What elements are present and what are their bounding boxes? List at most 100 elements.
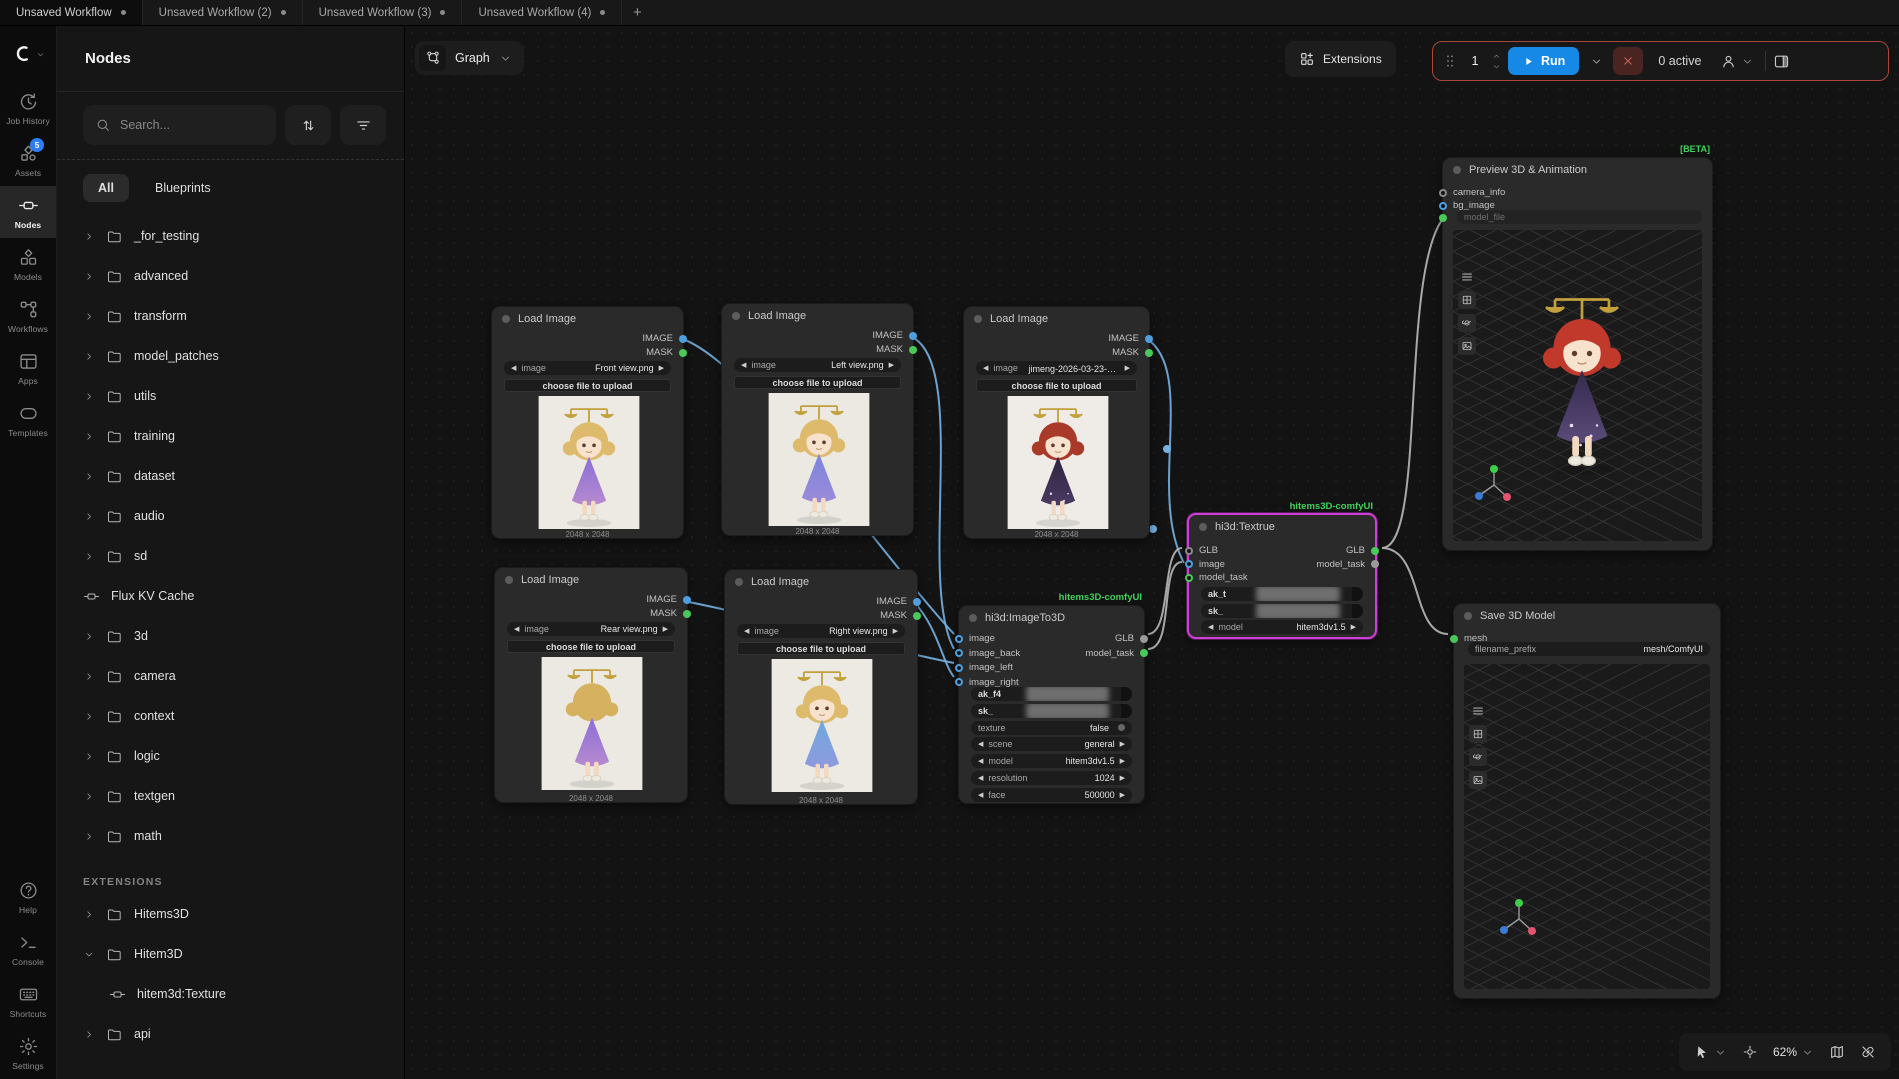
widget-ak_t[interactable]: ak_t bbox=[1201, 587, 1363, 601]
node-titlebar[interactable]: hi3d:Textrue bbox=[1189, 515, 1375, 539]
widget-scene[interactable]: ◀scenegeneral▶ bbox=[971, 737, 1132, 751]
port-image_left[interactable]: image_left bbox=[955, 662, 1013, 673]
combo-right-arrow[interactable]: ▶ bbox=[1351, 623, 1356, 631]
preview-3d-viewport[interactable] bbox=[1453, 230, 1702, 541]
widget-model[interactable]: ◀modelhitem3dv1.5▶ bbox=[971, 754, 1132, 768]
port-IMAGE[interactable]: IMAGE bbox=[646, 594, 691, 605]
node-titlebar[interactable]: Preview 3D & Animation bbox=[1443, 158, 1712, 182]
sidebar-item-templates[interactable]: Templates bbox=[0, 394, 56, 446]
graph-breadcrumb[interactable]: Graph bbox=[415, 41, 524, 75]
node-load-image-2[interactable]: Load ImageIMAGEMASK◀imageLeft view.png▶c… bbox=[721, 303, 914, 536]
port-dot[interactable] bbox=[1140, 649, 1148, 657]
combo-left-arrow[interactable]: ◀ bbox=[978, 774, 983, 782]
port-model_task[interactable]: model_task bbox=[1185, 572, 1248, 583]
save-3d-viewport[interactable] bbox=[1464, 664, 1710, 989]
tree-item-context[interactable]: context bbox=[57, 696, 404, 736]
collapse-dot[interactable] bbox=[505, 576, 513, 584]
reveal-toggle[interactable] bbox=[1121, 687, 1132, 701]
collapse-dot[interactable] bbox=[1199, 523, 1207, 531]
tree-item-math[interactable]: math bbox=[57, 816, 404, 856]
combo-right-arrow[interactable]: ▶ bbox=[663, 625, 668, 633]
port-MASK[interactable]: MASK bbox=[880, 610, 921, 621]
viewport-orbit-button[interactable] bbox=[1469, 748, 1487, 766]
combo-left-arrow[interactable]: ◀ bbox=[514, 625, 519, 633]
widget-image-combo[interactable]: ◀imageRight view.png▶ bbox=[737, 624, 905, 638]
widget-sk_[interactable]: sk_ bbox=[1201, 604, 1363, 618]
port-camera_info[interactable]: camera_info bbox=[1439, 187, 1505, 198]
toggle-pip[interactable] bbox=[1118, 724, 1125, 731]
tree-item-audio[interactable]: audio bbox=[57, 496, 404, 536]
port-model_task[interactable]: model_task bbox=[1316, 559, 1379, 570]
combo-right-arrow[interactable]: ▶ bbox=[1120, 791, 1125, 799]
queue-stepper[interactable] bbox=[1492, 52, 1501, 71]
collapse-dot[interactable] bbox=[1464, 612, 1472, 620]
sidebar-item-apps[interactable]: Apps bbox=[0, 342, 56, 394]
collapse-dot[interactable] bbox=[969, 614, 977, 622]
combo-left-arrow[interactable]: ◀ bbox=[741, 361, 746, 369]
port-image_right[interactable]: image_right bbox=[955, 677, 1019, 688]
port-dot[interactable] bbox=[1371, 560, 1379, 568]
port-MASK[interactable]: MASK bbox=[876, 344, 917, 355]
combo-left-arrow[interactable]: ◀ bbox=[511, 364, 516, 372]
port-dot[interactable] bbox=[1185, 560, 1193, 568]
collapse-dot[interactable] bbox=[502, 315, 510, 323]
tree-item-3d[interactable]: 3d bbox=[57, 616, 404, 656]
node-load-image-5[interactable]: Load ImageIMAGEMASK◀imageRight view.png▶… bbox=[724, 569, 918, 805]
node-preview-3d[interactable]: Preview 3D & Animation[BETA]camera_infob… bbox=[1442, 157, 1713, 551]
port-dot[interactable] bbox=[1185, 547, 1193, 555]
widget-ak_f4[interactable]: ak_f4 bbox=[971, 687, 1132, 701]
port-dot[interactable] bbox=[955, 664, 963, 672]
node-titlebar[interactable]: Load Image bbox=[722, 304, 913, 328]
port-dot[interactable] bbox=[1145, 349, 1153, 357]
reveal-toggle[interactable] bbox=[1352, 587, 1363, 601]
port-dot[interactable] bbox=[679, 335, 687, 343]
viewport-snapshot-button[interactable] bbox=[1458, 337, 1476, 355]
port-dot[interactable] bbox=[1439, 202, 1447, 210]
node-load-image-1[interactable]: Load ImageIMAGEMASK◀imageFront view.png▶… bbox=[491, 306, 684, 539]
combo-left-arrow[interactable]: ◀ bbox=[978, 791, 983, 799]
port-image_back[interactable]: image_back bbox=[955, 648, 1020, 659]
combo-right-arrow[interactable]: ▶ bbox=[1125, 364, 1130, 372]
tree-item-logic[interactable]: logic bbox=[57, 736, 404, 776]
combo-right-arrow[interactable]: ▶ bbox=[1120, 757, 1125, 765]
port-image[interactable]: image bbox=[1185, 559, 1225, 570]
port-dot[interactable] bbox=[909, 346, 917, 354]
pointer-mode-button[interactable] bbox=[1694, 1044, 1727, 1060]
port-dot[interactable] bbox=[683, 610, 691, 618]
port-dot[interactable] bbox=[1140, 635, 1148, 643]
sidebar-item-settings[interactable]: Settings bbox=[0, 1027, 56, 1079]
axis-gizmo[interactable] bbox=[1496, 896, 1542, 947]
workflow-tab-1[interactable]: Unsaved Workflow bbox=[0, 0, 143, 25]
combo-left-arrow[interactable]: ◀ bbox=[744, 627, 749, 635]
workflow-tab-3[interactable]: Unsaved Workflow (3) bbox=[303, 0, 463, 25]
port-dot[interactable] bbox=[955, 678, 963, 686]
run-button[interactable]: Run bbox=[1508, 47, 1579, 75]
node-titlebar[interactable]: Load Image bbox=[495, 568, 687, 592]
tree-item-sd[interactable]: sd bbox=[57, 536, 404, 576]
collapse-dot[interactable] bbox=[732, 312, 740, 320]
port-widget-model_file[interactable]: model_file bbox=[1457, 210, 1702, 224]
cancel-run-button[interactable] bbox=[1613, 47, 1643, 75]
workflow-tab-2[interactable]: Unsaved Workflow (2) bbox=[143, 0, 303, 25]
drag-handle-icon[interactable] bbox=[1442, 53, 1458, 69]
combo-right-arrow[interactable]: ▶ bbox=[659, 364, 664, 372]
node-hi3d-imageto3d[interactable]: hi3d:ImageTo3Dhitems3D-comfyUIimageimage… bbox=[958, 605, 1145, 804]
choose-file-button[interactable]: choose file to upload bbox=[504, 379, 671, 392]
workflow-tab-4[interactable]: Unsaved Workflow (4) bbox=[462, 0, 622, 25]
collapse-dot[interactable] bbox=[1453, 166, 1461, 174]
port-IMAGE[interactable]: IMAGE bbox=[1108, 333, 1153, 344]
tree-item-dataset[interactable]: dataset bbox=[57, 456, 404, 496]
choose-file-button[interactable]: choose file to upload bbox=[976, 379, 1137, 392]
combo-right-arrow[interactable]: ▶ bbox=[893, 627, 898, 635]
right-panel-toggle[interactable] bbox=[1773, 53, 1790, 70]
sidebar-tab-all[interactable]: All bbox=[83, 174, 129, 202]
menu-icon[interactable] bbox=[1469, 702, 1487, 720]
port-dot[interactable] bbox=[1371, 547, 1379, 555]
port-GLB[interactable]: GLB bbox=[1185, 545, 1218, 556]
combo-right-arrow[interactable]: ▶ bbox=[889, 361, 894, 369]
widget-image-combo[interactable]: ◀imageRear view.png▶ bbox=[507, 622, 675, 636]
comfy-logo[interactable] bbox=[0, 26, 56, 82]
collapse-dot[interactable] bbox=[974, 315, 982, 323]
port-dot[interactable] bbox=[1145, 335, 1153, 343]
widget-image-combo[interactable]: ◀imageLeft view.png▶ bbox=[734, 358, 901, 372]
